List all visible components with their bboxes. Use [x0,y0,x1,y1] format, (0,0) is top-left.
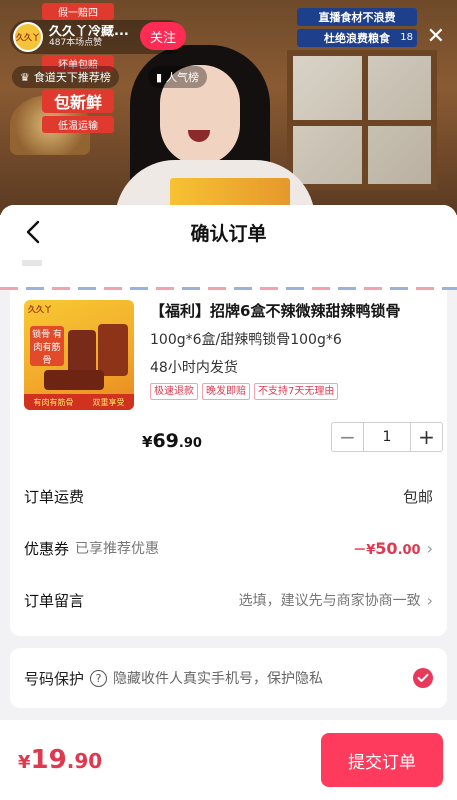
page-title: 确认订单 [190,223,267,245]
increase-button[interactable]: + [411,423,442,451]
quantity-input[interactable]: 1 [363,423,411,451]
sheet-header: 确认订单 [0,205,457,260]
product-thumbnail[interactable]: 久久丫 锁骨 有肉有筋骨 有肉有筋骨 双重享受 [24,300,134,410]
address-cutoff [22,260,42,266]
note-placeholder: 选填，建议先与商家协商一致 [238,593,421,609]
product-row[interactable]: 久久丫 锁骨 有肉有筋骨 有肉有筋骨 双重享受 【福利】招牌6盒不辣微辣甜辣鸭锁… [10,290,447,420]
help-icon[interactable]: ? [90,669,108,687]
coupon-integer: 50 [375,538,398,558]
rank-icon: ♛ [20,70,30,84]
note-label: 订单留言 [24,591,85,610]
shipping-row: 订单运费 包邮 [10,470,447,522]
note-field[interactable]: 选填，建议先与商家协商一致 › [239,590,433,610]
service-tag: 极速退款 [150,383,198,400]
promo-stack-bottom: 包新鲜 低温运输 [42,86,114,133]
promo-chip: 低温运输 [42,116,114,133]
service-tags: 极速退款 晚发即赔 不支持7天无理由 [150,383,433,400]
live-banner: 直播食材不浪费 杜绝浪费粮食 [297,2,417,47]
total-currency: ¥ [18,752,31,773]
coupon-decimal: .00 [397,542,421,558]
check-icon [417,673,429,682]
chevron-left-icon [26,220,40,244]
total-integer: 19 [30,745,67,775]
follow-button[interactable]: 关注 [140,22,186,50]
promo-stack: 假一赔四 [42,0,114,20]
thumb-strip: 有肉有筋骨 双重享受 [24,394,134,410]
thumb-pack [68,330,96,374]
price-row: ¥69.90 − 1 + [10,420,447,470]
order-card: 久久丫 锁骨 有肉有筋骨 有肉有筋骨 双重享受 【福利】招牌6盒不辣微辣甜辣鸭锁… [10,290,447,636]
thumb-brand: 久久丫 [28,305,52,314]
service-tag: 不支持7天无理由 [254,383,339,400]
promo-chip: 假一赔四 [42,3,114,20]
coupon-value: －¥50.00 › [353,539,433,558]
banner-line: 直播食材不浪费 [297,8,417,26]
thumb-pack [44,370,104,390]
price-currency: ¥ [142,433,153,451]
coupon-sub: 已享推荐优惠 [75,541,160,557]
thumb-strip-text: 有肉有筋骨 [33,397,74,407]
thumb-strip-text: 双重享受 [92,397,125,407]
service-tag: 晚发即赔 [202,383,250,400]
coupon-label: 优惠券 [24,539,70,558]
thumb-pack [98,324,128,376]
privacy-card: 号码保护 ? 隐藏收件人真实手机号，保护隐私 [10,648,447,708]
host-info: 久久丫冷藏... 487本场点赞 [49,25,139,49]
quantity-stepper: − 1 + [331,422,443,452]
privacy-checkbox[interactable] [413,668,433,688]
shipping-value: 包邮 [402,487,433,506]
product-price: ¥69.90 [142,430,202,452]
decrease-button[interactable]: − [332,423,363,451]
promo-big: 包新鲜 [42,89,114,113]
address-strip[interactable] [0,260,457,290]
avatar[interactable]: 久久丫 [13,22,43,52]
chevron-right-icon: › [426,590,433,610]
total-decimal: .90 [66,749,103,773]
price-decimal: .90 [178,436,202,451]
host-likes: 487本场点赞 [49,38,103,49]
submit-order-button[interactable]: 提交订单 [321,733,443,787]
rank-pill[interactable]: ♛ 食道天下推荐榜 [12,66,119,88]
bar-chart-icon: ▮ [156,70,163,84]
shipping-label: 订单运费 [24,487,85,506]
chevron-right-icon: › [426,538,433,558]
coupon-sign: －¥ [353,542,376,558]
back-button[interactable] [18,217,48,247]
product-shipping-time: 48小时内发货 [150,360,238,376]
checkout-bar: ¥19.90 提交订单 [0,720,457,800]
close-icon[interactable]: ✕ [427,24,445,49]
privacy-label: 号码保护 [24,669,85,688]
price-integer: 69 [152,430,179,452]
banner-line: 杜绝浪费粮食 [297,29,417,47]
thumb-badge: 锁骨 有肉有筋骨 [30,326,64,366]
popularity-pill-label: 人气榜 [166,71,200,84]
rank-pill-label: 食道天下推荐榜 [33,71,111,84]
product-info: 【福利】招牌6盒不辣微辣甜辣鸭锁骨 100g*6盒/甜辣鸭锁骨100g*6 48… [150,300,433,400]
total-price: ¥19.90 [18,745,102,775]
privacy-text: 隐藏收件人真实手机号，保护隐私 [113,671,324,687]
product-title[interactable]: 【福利】招牌6盒不辣微辣甜辣鸭锁骨 [150,300,433,321]
popularity-pill[interactable]: ▮ 人气榜 [148,66,208,88]
coupon-row[interactable]: 优惠券 已享推荐优惠 －¥50.00 › [10,522,447,574]
order-sheet: 确认订单 久久丫 锁骨 有肉有筋骨 有肉有筋骨 双重享受 【福利】招牌6盒不辣微… [0,205,457,800]
card-padding [10,626,447,636]
coupon-discount: －¥50.00 [353,539,420,558]
note-row[interactable]: 订单留言 选填，建议先与商家协商一致 › [10,574,447,626]
product-spec[interactable]: 100g*6盒/甜辣鸭锁骨100g*6 [150,329,433,349]
background-window [287,50,437,190]
live-stream-background: 假一赔四 坏单包赔 包新鲜 低温运输 久久丫 久久丫冷藏... 487本场点赞 … [0,0,457,215]
viewer-count: 18 [400,32,413,43]
